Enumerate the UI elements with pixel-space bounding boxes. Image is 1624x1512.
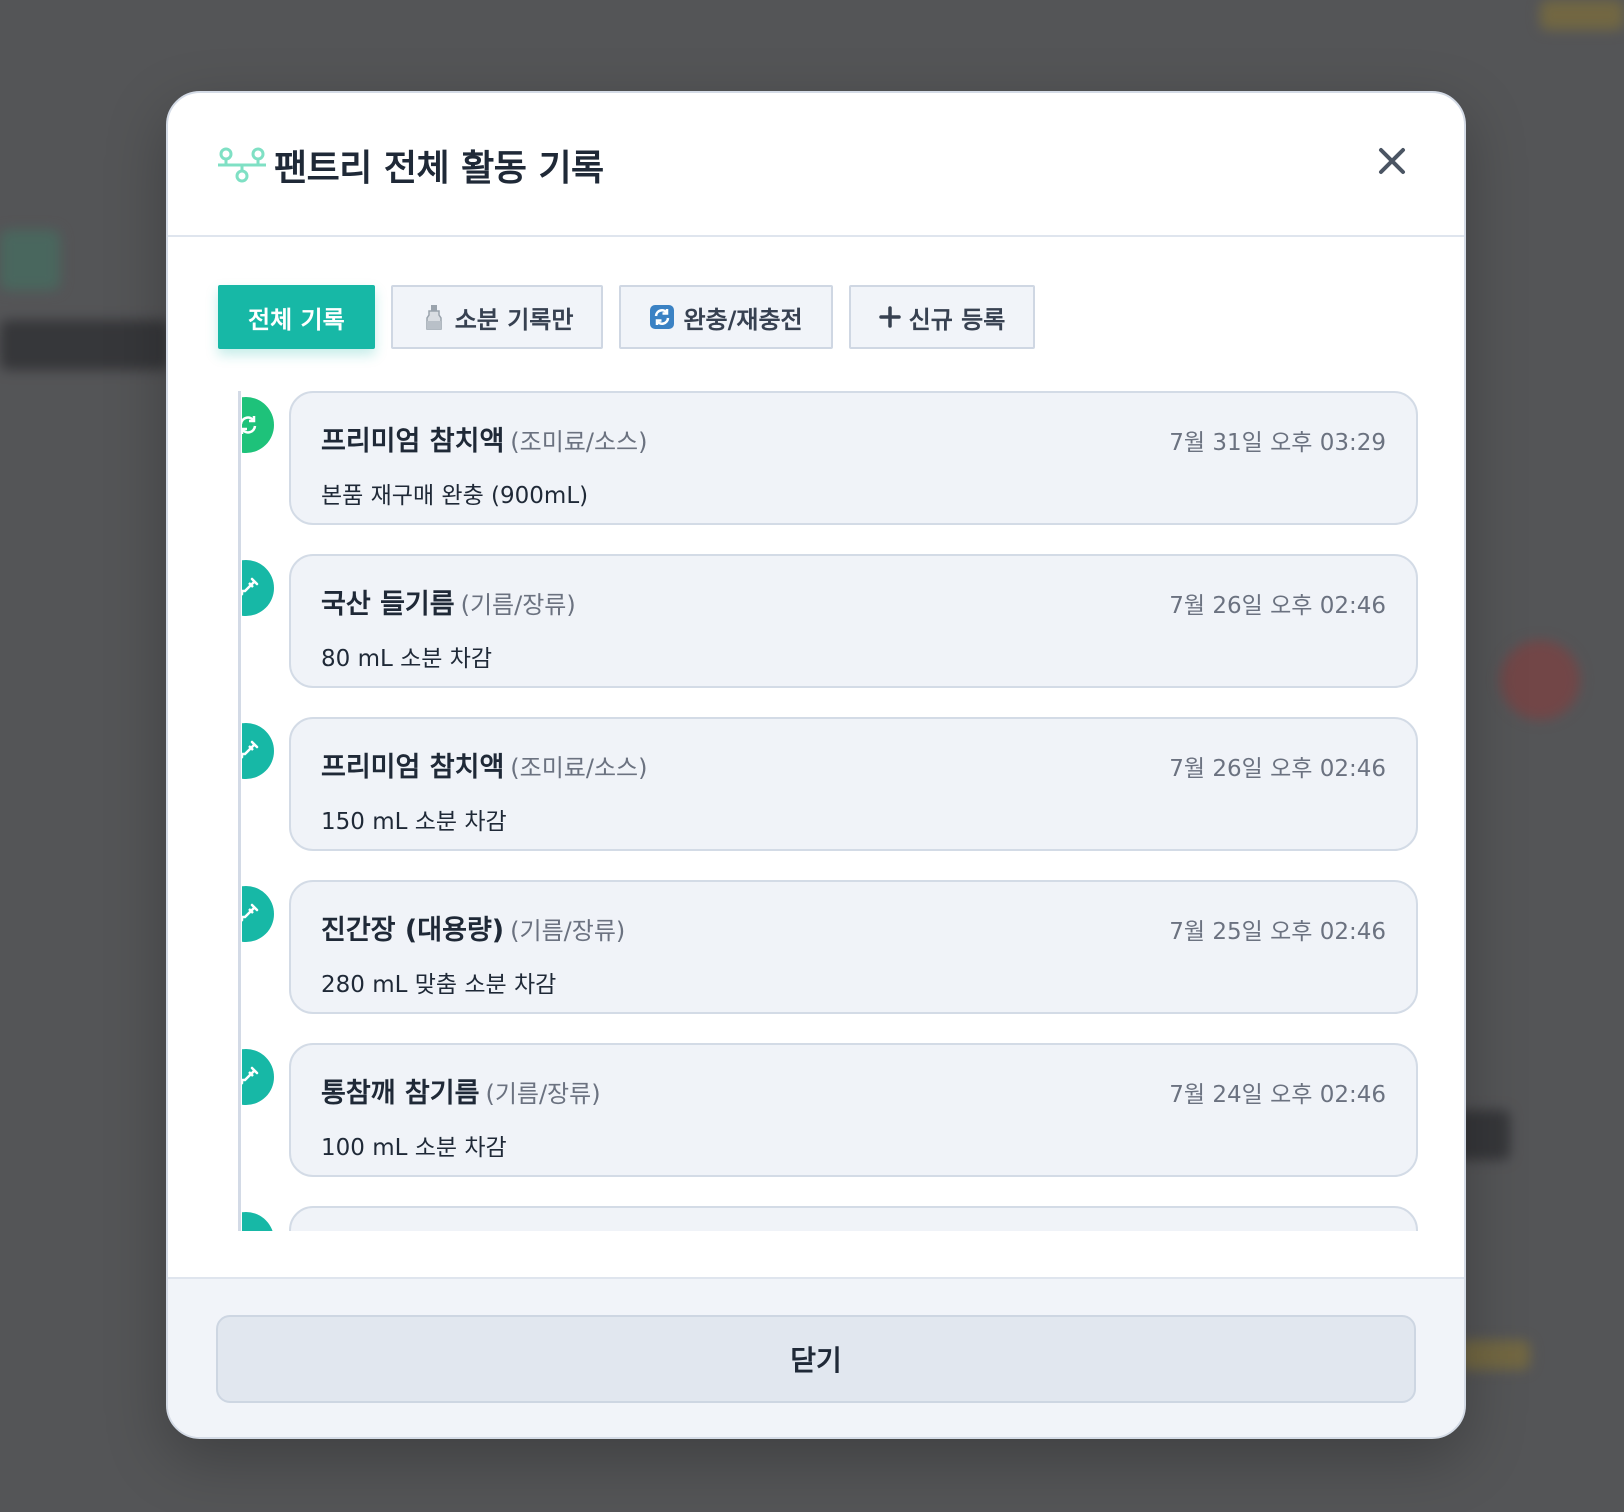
activity-card[interactable] <box>289 1206 1418 1231</box>
tab-portion-only[interactable]: 소분 기록만 <box>390 285 604 349</box>
close-footer-button[interactable]: 닫기 <box>216 1315 1416 1403</box>
activity-log-modal: 팬트리 전체 활동 기록 전체 기록 소분 기록만 완충/재충전 신규 등록 프… <box>166 91 1466 1439</box>
activity-time: 7월 25일 오후 02:46 <box>1169 919 1386 945</box>
activity-card[interactable]: 프리미엄 참치액 (조미료/소스) 7월 26일 오후 02:46 150 mL … <box>289 717 1418 851</box>
dropper-icon <box>242 560 274 616</box>
item-name: 프리미엄 참치액 <box>321 426 505 457</box>
activity-time: 7월 26일 오후 02:46 <box>1169 756 1386 782</box>
activity-card[interactable]: 진간장 (대용량) (기름/장류) 7월 25일 오후 02:46 280 mL … <box>289 880 1418 1014</box>
dropper-icon <box>242 886 274 942</box>
item-name: 진간장 (대용량) <box>321 915 505 946</box>
item-name: 프리미엄 참치액 <box>321 752 505 783</box>
item-name: 국산 들기름 <box>321 589 455 620</box>
modal-header: 팬트리 전체 활동 기록 <box>168 93 1464 237</box>
item-name: 통참깨 참기름 <box>321 1078 480 1109</box>
tab-label: 소분 기록만 <box>454 305 574 334</box>
network-icon <box>218 146 266 184</box>
close-button[interactable] <box>1372 141 1412 181</box>
activity-card[interactable]: 프리미엄 참치액 (조미료/소스) 7월 31일 오후 03:29 본품 재구매 … <box>289 391 1418 525</box>
item-category: (조미료/소스) <box>510 428 648 456</box>
timeline-entry: 프리미엄 참치액 (조미료/소스) 7월 31일 오후 03:29 본품 재구매 … <box>218 391 1418 525</box>
activity-description: 280 mL 맞춤 소분 차감 <box>321 972 557 998</box>
tab-refill[interactable]: 완충/재충전 <box>619 285 833 349</box>
timeline-entry: 진간장 (대용량) (기름/장류) 7월 25일 오후 02:46 280 mL … <box>218 880 1418 1014</box>
tab-all-records[interactable]: 전체 기록 <box>218 285 375 349</box>
activity-timeline[interactable]: 프리미엄 참치액 (조미료/소스) 7월 31일 오후 03:29 본품 재구매 … <box>218 391 1418 1231</box>
modal-title: 팬트리 전체 활동 기록 <box>274 148 604 189</box>
activity-description: 150 mL 소분 차감 <box>321 809 507 835</box>
item-category: (기름/장류) <box>510 917 626 945</box>
filter-tabs: 전체 기록 소분 기록만 완충/재충전 신규 등록 <box>218 285 1051 349</box>
tab-label: 완충/재충전 <box>683 305 803 334</box>
dropper-icon <box>242 723 274 779</box>
item-category: (기름/장류) <box>485 1080 601 1108</box>
timeline-entry: 통참깨 참기름 (기름/장류) 7월 24일 오후 02:46 100 mL 소분… <box>218 1043 1418 1177</box>
activity-description: 본품 재구매 완충 (900mL) <box>321 483 589 509</box>
modal-footer: 닫기 <box>168 1277 1464 1437</box>
activity-description: 80 mL 소분 차감 <box>321 646 493 672</box>
item-category: (조미료/소스) <box>510 754 648 782</box>
refresh-icon <box>649 304 675 330</box>
activity-description: 100 mL 소분 차감 <box>321 1135 507 1161</box>
activity-time: 7월 26일 오후 02:46 <box>1169 593 1386 619</box>
activity-card[interactable]: 통참깨 참기름 (기름/장류) 7월 24일 오후 02:46 100 mL 소분… <box>289 1043 1418 1177</box>
timeline-entry: 국산 들기름 (기름/장류) 7월 26일 오후 02:46 80 mL 소분 차… <box>218 554 1418 688</box>
dropper-icon <box>242 1049 274 1105</box>
tab-new-registration[interactable]: 신규 등록 <box>848 285 1036 349</box>
timeline-entry <box>218 1206 1418 1231</box>
close-icon <box>1379 148 1405 174</box>
activity-time: 7월 24일 오후 02:46 <box>1169 1082 1386 1108</box>
tab-label: 전체 기록 <box>248 305 345 334</box>
plus-icon <box>878 306 901 328</box>
activity-time: 7월 31일 오후 03:29 <box>1169 430 1386 456</box>
tab-label: 신규 등록 <box>908 305 1006 334</box>
modal-title-wrap: 팬트리 전체 활동 기록 <box>218 139 604 191</box>
timeline-entry: 프리미엄 참치액 (조미료/소스) 7월 26일 오후 02:46 150 mL … <box>218 717 1418 851</box>
item-category: (기름/장류) <box>460 591 576 619</box>
refill-icon <box>242 397 274 453</box>
bottle-icon <box>421 303 447 331</box>
activity-card[interactable]: 국산 들기름 (기름/장류) 7월 26일 오후 02:46 80 mL 소분 차… <box>289 554 1418 688</box>
dropper-icon <box>242 1212 274 1231</box>
